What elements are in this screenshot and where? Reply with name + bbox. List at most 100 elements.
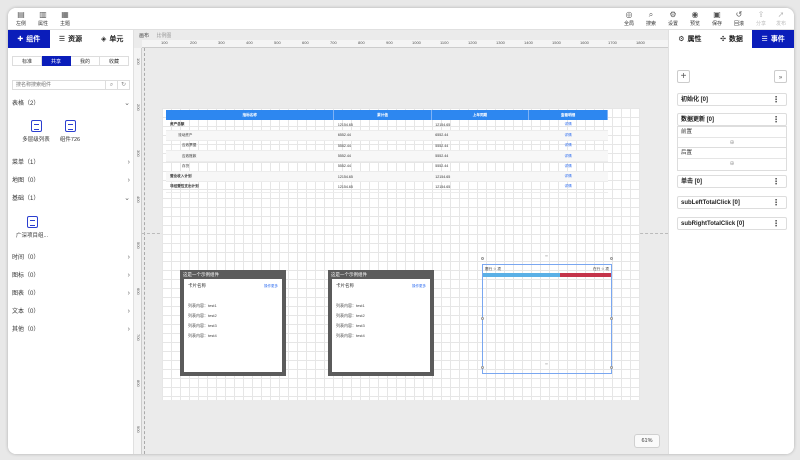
category-menu[interactable]: 菜单（1） › [12, 157, 130, 169]
more-icon[interactable]: ⋮ [772, 114, 780, 126]
tab-units[interactable]: ◈ 单元 [91, 30, 133, 48]
toolbar-left-panel-button[interactable]: ▤ 左侧 [10, 10, 32, 27]
table-widget[interactable]: 指标名称 累计值 上年同期 查看明细 资产总额 12154.65 12154.6… [166, 110, 608, 193]
chevron-down-icon: ⌄ [124, 195, 130, 202]
subtab-favorites[interactable]: 收藏 [100, 56, 129, 66]
component-icon [30, 120, 42, 132]
chevron-right-icon: › [127, 290, 130, 297]
tab-components[interactable]: ✚ 组件 [8, 30, 50, 48]
component-guangshen[interactable]: 广深项目组... [12, 216, 52, 239]
event-data-update[interactable]: 数据更新 [0] ⋮ [677, 113, 787, 126]
collapse-icon: » [778, 75, 783, 81]
search-icon[interactable]: ⌕ [105, 81, 117, 89]
tab-resources[interactable]: ☰ 资源 [50, 30, 92, 48]
more-icon[interactable]: ⋮ [772, 176, 780, 188]
component-subtabs: 标准 共享 我的 收藏 [12, 56, 129, 66]
toolbar-share-button[interactable]: ⇪ 分享 [750, 10, 772, 27]
toolbar-search-button[interactable]: ⌕ 搜索 [640, 10, 662, 27]
eye-icon: ◉ [691, 10, 699, 19]
vertical-ruler: 100 200 300 400 500 600 700 800 900 [134, 48, 142, 454]
card-widget[interactable]: 这是一个示例组件 卡片名称 操作更多 列表内容：test1 列表内容：test2… [328, 270, 434, 376]
toolbar-preview-button[interactable]: ◉ 预览 [684, 10, 706, 27]
card-widget[interactable]: 这是一个示例组件 卡片名称 操作更多 列表内容：test1 列表内容：test2… [180, 270, 286, 376]
component-search-input[interactable] [13, 81, 103, 89]
category-chart[interactable]: 图表（0） › [12, 288, 130, 300]
component-726[interactable]: 组件726 [50, 120, 90, 143]
event-init[interactable]: 初始化 [0] ⋮ [677, 93, 787, 106]
ruler-tick: 600 [302, 40, 309, 45]
event-post-hook: 后置 ⊕ [677, 147, 787, 171]
zoom-level[interactable]: 61% [634, 434, 660, 448]
ruler-tick: 1500 [552, 40, 561, 45]
puzzle-icon: ✚ [17, 36, 24, 43]
ruler-tick: 400 [136, 196, 141, 203]
detail-link[interactable]: 详情 [528, 161, 608, 172]
tab-data[interactable]: ✣ 数据 [711, 30, 753, 48]
resize-handle[interactable] [610, 257, 613, 260]
subtab-standard[interactable]: 标准 [12, 56, 42, 66]
toolbar-save-button[interactable]: ▣ 保存 [706, 10, 728, 27]
collapse-button[interactable]: » [774, 70, 787, 83]
toolbar-rollback-button[interactable]: ↺ 回滚 [728, 10, 750, 27]
table-row: 流动资产 6552.44 6552.44 详情 [166, 130, 608, 142]
refresh-icon[interactable]: ↻ [117, 81, 129, 89]
category-time[interactable]: 时间（0） › [12, 252, 130, 264]
event-sub-left-total-click[interactable]: subLeftTotalClick [0] ⋮ [677, 196, 787, 209]
table-header: 指标名称 [166, 110, 335, 120]
resize-handle[interactable] [481, 366, 484, 369]
category-other[interactable]: 其他（0） › [12, 324, 130, 336]
category-icon[interactable]: 图标（0） › [12, 270, 130, 282]
toolbar-theme-button[interactable]: ▦ 主题 [54, 10, 76, 27]
table-row: 资产总额 12154.65 12154.65 详情 [166, 120, 608, 131]
category-table[interactable]: 表格（2） ⌄ [12, 98, 130, 110]
add-event-button[interactable]: + [677, 70, 690, 83]
progress-widget[interactable]: 履行 ☆ 项 在行 ☆ 项 ∞ ∞ [481, 253, 613, 374]
subtab-shared[interactable]: 共享 [42, 56, 71, 66]
resize-handle[interactable] [610, 317, 613, 320]
canvas-area[interactable]: 画布 比例图 100 200 300 400 500 600 700 800 9… [134, 30, 668, 454]
more-icon[interactable]: ⋮ [772, 94, 780, 106]
category-basic[interactable]: 基础（1） ⌄ [12, 193, 130, 205]
subtab-mine[interactable]: 我的 [71, 56, 100, 66]
ruler-tick: 200 [136, 104, 141, 111]
toolbar-attribute-button[interactable]: ▥ 属性 [32, 10, 54, 27]
ruler-tick: 800 [358, 40, 365, 45]
card-more-link[interactable]: 操作更多 [412, 284, 426, 289]
card-more-link[interactable]: 操作更多 [264, 284, 278, 289]
card-body: 卡片名称 操作更多 列表内容：test1 列表内容：test2 列表内容：tes… [332, 279, 430, 372]
chevron-right-icon: › [127, 326, 130, 333]
more-icon[interactable]: ⋮ [772, 197, 780, 209]
add-action-icon[interactable]: ⊕ [678, 159, 786, 170]
detail-link[interactable]: 详情 [528, 171, 608, 183]
detail-link[interactable]: 详情 [528, 181, 608, 193]
event-click[interactable]: 单击 [0] ⋮ [677, 175, 787, 188]
toolbar-global-button[interactable]: ◎ 全局 [618, 10, 640, 27]
list-icon: ☰ [761, 36, 768, 43]
more-icon[interactable]: ⋮ [772, 218, 780, 230]
resize-handle[interactable] [481, 257, 484, 260]
detail-link[interactable]: 详情 [528, 150, 608, 162]
detail-link[interactable]: 详情 [528, 130, 608, 142]
tab-properties[interactable]: ⚙ 属性 [669, 30, 711, 48]
list-item: 列表内容：test4 [336, 333, 365, 338]
detail-link[interactable]: 详情 [528, 140, 608, 152]
component-search: ⌕ ↻ [12, 80, 130, 90]
left-panel-tabs: ✚ 组件 ☰ 资源 ◈ 单元 [8, 30, 133, 48]
event-sub-right-total-click[interactable]: subRightTotalClick [0] ⋮ [677, 217, 787, 230]
resize-handle[interactable] [610, 366, 613, 369]
toolbar-publish-button[interactable]: ➚ 发布 [770, 10, 792, 27]
card-name: 卡片名称 [336, 283, 354, 288]
ruler-tick: 1400 [524, 40, 533, 45]
table-row: 应收账款 5552.44 5552.44 详情 [166, 150, 608, 162]
list-item: 列表内容：test3 [188, 323, 217, 328]
category-map[interactable]: 地图（0） › [12, 175, 130, 187]
attribute-panel-icon: ▥ [39, 10, 47, 19]
resize-handle[interactable] [481, 317, 484, 320]
category-text[interactable]: 文本（0） › [12, 306, 130, 318]
detail-link[interactable]: 详情 [528, 120, 608, 131]
tab-events[interactable]: ☰ 事件 [752, 30, 794, 48]
ruler-tick: 700 [330, 40, 337, 45]
canvas-page[interactable]: 指标名称 累计值 上年同期 查看明细 资产总额 12154.65 12154.6… [162, 108, 640, 400]
toolbar-settings-button[interactable]: ⚙ 设置 [662, 10, 684, 27]
list-item: 列表内容：test1 [188, 303, 217, 308]
